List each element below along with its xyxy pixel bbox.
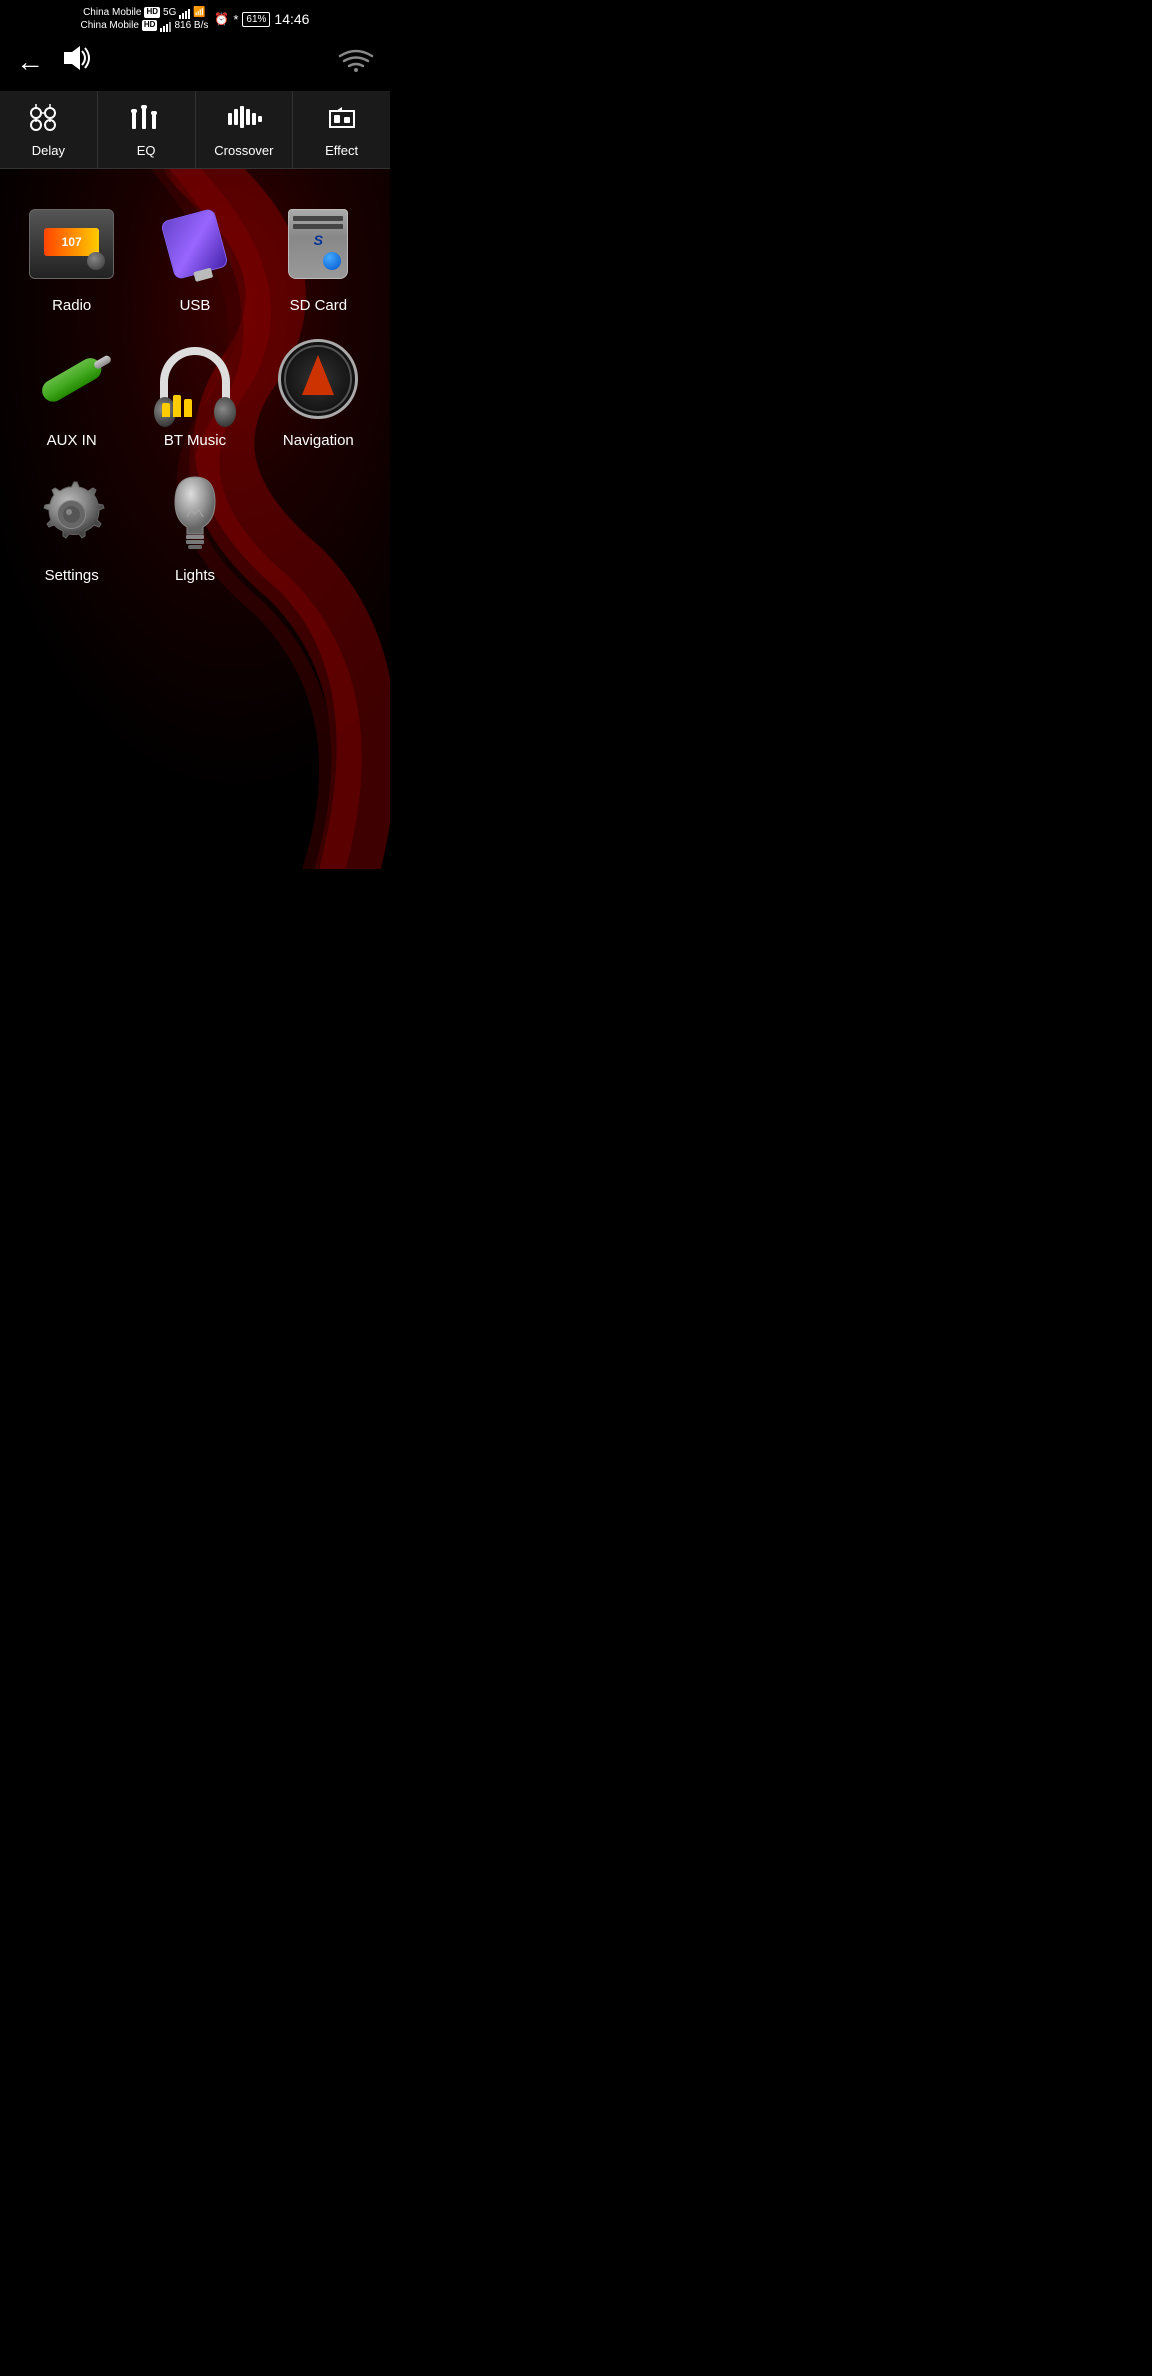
- tab-crossover[interactable]: Crossover: [196, 91, 294, 168]
- status-icons: ⏰ * 61% 14:46: [214, 11, 309, 27]
- music-bar3: [184, 399, 192, 417]
- app-auxin[interactable]: AUX IN: [15, 334, 128, 449]
- radio-label: Radio: [52, 297, 91, 314]
- battery-level: 61: [246, 14, 257, 25]
- volume-icon[interactable]: [60, 44, 96, 79]
- auxin-icon-wrap: [27, 334, 117, 424]
- eq-icon: [128, 101, 164, 139]
- top-bar-left: ←: [16, 44, 96, 79]
- headphone-right-ear: [214, 397, 236, 427]
- music-bar2: [173, 395, 181, 417]
- navigation-icon: [278, 339, 358, 419]
- battery-indicator: 61%: [242, 12, 270, 27]
- carrier1-label: China Mobile: [83, 6, 141, 19]
- app-btmusic[interactable]: BT Music: [138, 334, 251, 449]
- sdcard-icon: S: [278, 207, 358, 282]
- usb-body: [161, 208, 230, 280]
- tab-effect-label: Effect: [325, 143, 358, 158]
- sdcard-body: S: [288, 209, 348, 279]
- crossover-icon: [226, 101, 262, 139]
- btmusic-label: BT Music: [164, 432, 226, 449]
- sdcard-letter: S: [314, 232, 323, 248]
- settings-label: Settings: [45, 567, 99, 584]
- usb-plug: [193, 268, 213, 282]
- tab-delay[interactable]: Delay: [0, 91, 98, 168]
- top-bar: ←: [0, 36, 390, 91]
- bottom-spacer: [10, 594, 380, 634]
- lights-icon-wrap: [150, 469, 240, 559]
- tab-eq-label: EQ: [137, 143, 156, 158]
- network1-label: 5G: [163, 6, 176, 19]
- settings-icon-wrap: [27, 469, 117, 559]
- auxin-icon: [16, 325, 127, 432]
- clock: 14:46: [274, 11, 309, 27]
- music-bars: [162, 395, 192, 417]
- btmusic-icon-wrap: [150, 334, 240, 424]
- aux-tip: [93, 353, 113, 369]
- status-bar: China Mobile HD 5G 📶 China Mobile HD 816…: [0, 0, 390, 36]
- sdcard-icon-wrap: S: [273, 199, 363, 289]
- gear-svg: [34, 477, 109, 552]
- alarm-icon: ⏰: [214, 12, 229, 26]
- carrier-info: China Mobile HD 5G 📶 China Mobile HD 816…: [81, 6, 209, 32]
- app-usb[interactable]: USB: [138, 199, 251, 314]
- radio-icon-wrap: 107: [27, 199, 117, 289]
- carrier2-label: China Mobile: [81, 19, 139, 32]
- radio-screen: 107: [44, 228, 99, 256]
- radio-freq: 107: [62, 235, 82, 249]
- sdcard-stripe2: [293, 224, 343, 229]
- tab-crossover-label: Crossover: [214, 143, 273, 158]
- app-lights[interactable]: Lights: [138, 469, 251, 584]
- settings-icon: [32, 474, 112, 554]
- effect-icon: [324, 101, 360, 139]
- radio-knob: [87, 252, 105, 270]
- data-speed: 816 B/s: [174, 19, 208, 32]
- app-settings[interactable]: Settings: [15, 469, 128, 584]
- delay-icon: [30, 101, 66, 139]
- app-sdcard[interactable]: S SD Card: [262, 199, 375, 314]
- lights-label: Lights: [175, 567, 215, 584]
- hd-badge1: HD: [144, 7, 160, 17]
- app-grid: 107 Radio USB: [10, 189, 380, 594]
- sdcard-label: SD Card: [290, 297, 348, 314]
- sdcard-ball: [323, 252, 341, 270]
- navigation-label: Navigation: [283, 432, 354, 449]
- hd-badge2: HD: [142, 20, 158, 30]
- music-bar1: [162, 403, 170, 417]
- sdcard-stripe: [293, 216, 343, 221]
- navigation-icon-wrap: [273, 334, 363, 424]
- tab-eq[interactable]: EQ: [98, 91, 196, 168]
- main-content: 107 Radio USB: [0, 169, 390, 869]
- signal-bars2: [160, 20, 171, 32]
- auxin-label: AUX IN: [47, 432, 97, 449]
- radio-icon: 107: [29, 209, 114, 279]
- tab-delay-label: Delay: [32, 143, 65, 158]
- usb-label: USB: [180, 297, 211, 314]
- bulb-svg: [165, 472, 225, 557]
- nav-arrow: [302, 355, 334, 395]
- back-button[interactable]: ←: [16, 46, 44, 78]
- app-radio[interactable]: 107 Radio: [15, 199, 128, 314]
- usb-icon: [155, 207, 235, 282]
- app-navigation[interactable]: Navigation: [262, 334, 375, 449]
- signal-bars1: [179, 7, 190, 19]
- tab-effect[interactable]: Effect: [293, 91, 390, 168]
- lights-icon: [162, 474, 227, 554]
- wifi-icon: [338, 44, 374, 79]
- tab-bar: Delay EQ Crossover: [0, 91, 390, 169]
- aux-cable: [38, 353, 105, 405]
- btmusic-icon: [152, 339, 237, 419]
- bluetooth-icon: *: [233, 12, 238, 27]
- usb-icon-wrap: [150, 199, 240, 289]
